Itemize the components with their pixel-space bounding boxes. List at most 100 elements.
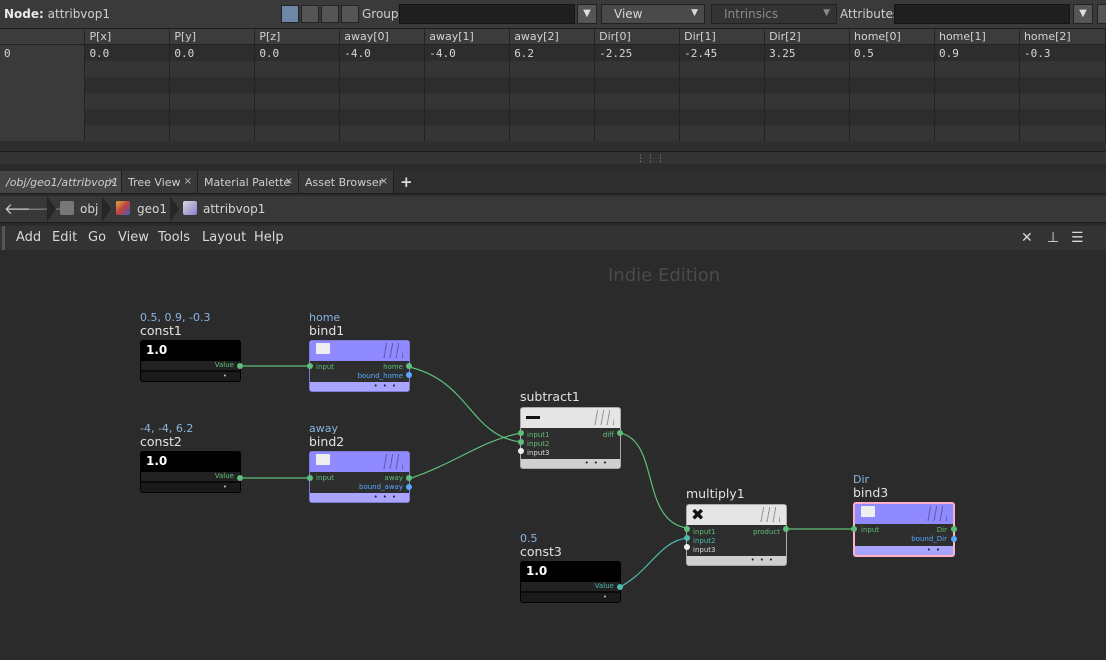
node-flags-icon[interactable]: •••: [374, 493, 401, 501]
tab-material-palette[interactable]: Material Palette ×: [198, 171, 299, 193]
menu-add[interactable]: Add: [16, 230, 41, 245]
input-port[interactable]: [307, 475, 313, 481]
menu-help[interactable]: Help: [254, 230, 284, 245]
output-port[interactable]: [406, 484, 412, 490]
table-cell: [254, 61, 341, 77]
column-header[interactable]: Dir[2]: [764, 29, 851, 45]
breadcrumb-obj[interactable]: obj: [80, 196, 98, 222]
attributes-filter-icon[interactable]: ▼: [1073, 4, 1093, 24]
column-header[interactable]: P[y]: [169, 29, 256, 45]
geometry-spreadsheet: P[x] P[y] P[z] away[0] away[1] away[2] D…: [0, 29, 1106, 151]
primitives-mode-icon[interactable]: [321, 5, 339, 23]
node-body[interactable]: 1.0 Value •: [140, 451, 241, 493]
table-row[interactable]: 0 0.0 0.0 0.0 -4.0 -4.0 6.2 -2.25 -2.45 …: [0, 44, 1106, 61]
node-body[interactable]: input away bound_away •••: [309, 451, 410, 503]
output-port[interactable]: [617, 584, 623, 590]
input-port[interactable]: [518, 430, 524, 436]
menu-layout[interactable]: Layout: [202, 230, 246, 245]
multiply-icon: ✖: [691, 505, 705, 524]
node-body[interactable]: input home bound_home •••: [309, 340, 410, 392]
menu-edit[interactable]: Edit: [52, 230, 77, 245]
group-input[interactable]: [399, 4, 575, 24]
table-row[interactable]: [0, 125, 1106, 141]
menu-view[interactable]: View: [118, 230, 149, 245]
node-flags-icon[interactable]: •••: [374, 382, 401, 390]
vertices-mode-icon[interactable]: [301, 5, 319, 23]
input-port[interactable]: [307, 363, 313, 369]
node-flags-icon[interactable]: •: [223, 483, 232, 491]
breadcrumb-attribvop1[interactable]: attribvop1: [203, 196, 265, 222]
tab-network-editor[interactable]: /obj/geo1/attribvop1 ×: [0, 171, 122, 193]
output-port[interactable]: [237, 475, 243, 481]
group-filter-icon[interactable]: ▼: [577, 4, 597, 24]
output-port[interactable]: [617, 430, 623, 436]
menu-tools[interactable]: Tools: [158, 230, 190, 245]
node-flags-icon[interactable]: •••: [751, 556, 778, 564]
output-port[interactable]: [783, 526, 789, 532]
node-flags-icon[interactable]: ••: [927, 546, 945, 554]
output-port[interactable]: [406, 372, 412, 378]
output-port[interactable]: [951, 526, 957, 532]
add-tab-icon[interactable]: +: [400, 173, 413, 191]
input-port[interactable]: [851, 526, 857, 532]
group-label: Group:: [362, 7, 403, 21]
output-port[interactable]: [951, 536, 957, 542]
input-port[interactable]: [684, 535, 690, 541]
column-header[interactable]: P[x]: [84, 29, 171, 45]
close-icon[interactable]: ×: [108, 176, 116, 187]
breadcrumb-geo1[interactable]: geo1: [137, 196, 167, 222]
column-header[interactable]: P[z]: [254, 29, 341, 45]
node-flags-icon[interactable]: •: [223, 372, 232, 380]
input-port[interactable]: [518, 448, 524, 454]
detail-mode-icon[interactable]: [341, 5, 359, 23]
attributes-input[interactable]: [894, 4, 1070, 24]
output-port[interactable]: [406, 363, 412, 369]
column-header[interactable]: away[0]: [339, 29, 426, 45]
column-header[interactable]: Dir[1]: [679, 29, 766, 45]
column-header[interactable]: Dir[0]: [594, 29, 681, 45]
column-header[interactable]: home[2]: [1019, 29, 1106, 45]
column-header[interactable]: [0, 29, 86, 45]
wire-const3-multiply1: [619, 537, 688, 588]
tree-layout-icon[interactable]: ⊥: [1047, 230, 1059, 246]
tab-tree-view[interactable]: Tree View ×: [122, 171, 198, 193]
node-flags-icon[interactable]: •••: [585, 459, 612, 467]
table-row[interactable]: [0, 109, 1106, 125]
column-header[interactable]: home[1]: [934, 29, 1020, 45]
input-port[interactable]: [518, 439, 524, 445]
table-cell: [424, 125, 511, 141]
node-body[interactable]: input1 input2 input3 diff •••: [520, 407, 621, 469]
output-port[interactable]: [237, 363, 243, 369]
column-header[interactable]: away[2]: [509, 29, 596, 45]
menu-go[interactable]: Go: [88, 230, 106, 245]
options-icon[interactable]: [1097, 4, 1106, 24]
node-body[interactable]: 1.0 Value •: [140, 340, 241, 382]
table-row[interactable]: [0, 77, 1106, 93]
close-icon[interactable]: ×: [380, 176, 388, 187]
input-port[interactable]: [684, 526, 690, 532]
node-flags-icon[interactable]: •: [603, 593, 612, 601]
column-header[interactable]: away[1]: [424, 29, 511, 45]
table-cell: [509, 77, 596, 93]
column-header[interactable]: home[0]: [849, 29, 935, 45]
view-dropdown[interactable]: View ▼: [601, 4, 705, 24]
table-row[interactable]: [0, 93, 1106, 109]
node-body[interactable]: input Dir bound_Dir ••: [853, 502, 955, 557]
menu-grip: [2, 226, 5, 250]
network-editor[interactable]: Indie Edition 0.5, 0.9, -0.3 const1 1.0 …: [0, 251, 1106, 660]
node-body[interactable]: 1.0 Value •: [520, 561, 621, 603]
close-icon[interactable]: ×: [184, 176, 192, 187]
input-port[interactable]: [684, 544, 690, 550]
node-body[interactable]: ✖ input1 input2 input3 product •••: [686, 504, 787, 566]
list-icon[interactable]: ☰: [1071, 230, 1084, 246]
pane-resize-handle-icon[interactable]: ⋮⋮⋮: [636, 154, 666, 164]
wrench-icon[interactable]: ✕: [1021, 230, 1033, 246]
intrinsics-dropdown[interactable]: Intrinsics ▼: [711, 4, 837, 24]
output-port[interactable]: [406, 475, 412, 481]
pane-divider[interactable]: [0, 151, 1106, 164]
tab-asset-browser[interactable]: Asset Browser ×: [299, 171, 394, 193]
table-row[interactable]: [0, 61, 1106, 77]
table-cell: -0.3: [1019, 44, 1106, 61]
points-mode-icon[interactable]: [281, 5, 299, 23]
close-icon[interactable]: ×: [285, 176, 293, 187]
